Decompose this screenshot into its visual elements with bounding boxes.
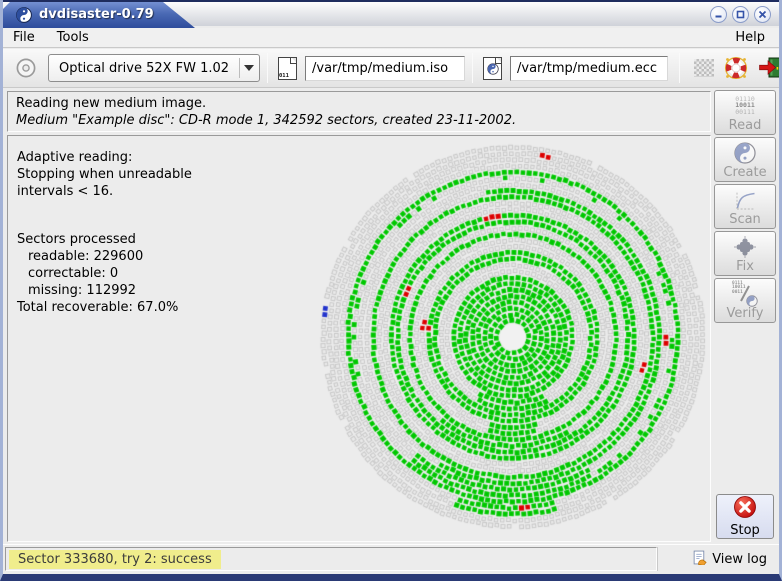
statusbar: Sector 333680, try 2: success View log [3,544,779,574]
window-title: dvdisaster-0.79 [39,2,154,27]
fix-button: Fix [714,231,776,276]
sector-status: Sector 333680, try 2: success [9,550,221,569]
view-log-button[interactable]: View log [657,547,775,571]
help-lifebuoy-icon[interactable] [724,56,748,80]
action-sidebar: 01110 10011 00111 Read Create [712,90,778,541]
ecc-file-icon [483,57,502,80]
stopping-line-1: Stopping when unreadable [17,166,192,183]
chevron-down-icon [240,65,259,71]
adaptive-reading-panel: Adaptive reading: Stopping when unreadab… [17,149,192,316]
status-line-1: Reading new medium image. [16,95,702,112]
menu-file[interactable]: File [13,28,35,48]
toolbar: Optical drive 52X FW 1.02 011 10011 0011… [3,49,779,88]
yin-yang-icon [734,141,756,165]
stat-correctable: correctable: 0 [17,265,192,282]
image-file-icon: 011 10011 00111 [278,57,297,80]
drive-select[interactable]: Optical drive 52X FW 1.02 [48,54,260,82]
drive-select-value: Optical drive 52X FW 1.02 [49,61,239,76]
minimize-button[interactable] [710,6,727,23]
fix-puzzle-icon [733,235,757,259]
verify-icon: 0111 10011 0011 [732,282,758,306]
maximize-button[interactable] [732,6,749,23]
read-bits-icon: 01110 10011 00111 [735,94,755,118]
view-log-label: View log [712,552,767,567]
preferences-icon [694,59,714,77]
stat-missing: missing: 112992 [17,282,192,299]
verify-button: 0111 10011 0011 Verify [714,278,776,323]
scan-curve-icon [733,188,757,212]
sectors-processed-heading: Sectors processed [17,231,192,248]
create-button: Create [714,137,776,182]
reading-area: Adaptive reading: Stopping when unreadab… [7,135,711,542]
adaptive-reading-title: Adaptive reading: [17,149,192,166]
stat-readable: readable: 229600 [17,248,192,265]
titlebar: dvdisaster-0.79 [3,0,779,26]
view-log-icon [692,550,707,569]
read-button: 01110 10011 00111 Read [714,90,776,135]
status-line-2: Medium "Example disc": CD-R mode 1, 3425… [16,112,702,129]
app-window: dvdisaster-0.79 File Tools Help [0,0,782,581]
titlebar-tab: dvdisaster-0.79 [3,2,195,28]
stop-icon [733,495,757,523]
image-file-input[interactable] [305,56,465,81]
close-button[interactable] [754,6,771,23]
drive-cd-icon [15,57,37,79]
sector-status-cell: Sector 333680, try 2: success [5,547,657,571]
quit-icon[interactable] [758,56,782,80]
app-logo-icon [16,7,32,23]
ecc-file-input[interactable] [510,56,668,81]
menu-help[interactable]: Help [735,28,765,48]
scan-button: Scan [714,184,776,229]
window-controls [710,6,771,23]
stop-button[interactable]: Stop [716,494,774,539]
menubar: File Tools Help [3,28,779,48]
stat-total-recoverable: Total recoverable: 67.0% [17,299,192,316]
stopping-line-2: intervals < 16. [17,183,192,200]
status-message-box: Reading new medium image. Medium "Exampl… [7,91,711,132]
menu-tools[interactable]: Tools [57,28,89,48]
